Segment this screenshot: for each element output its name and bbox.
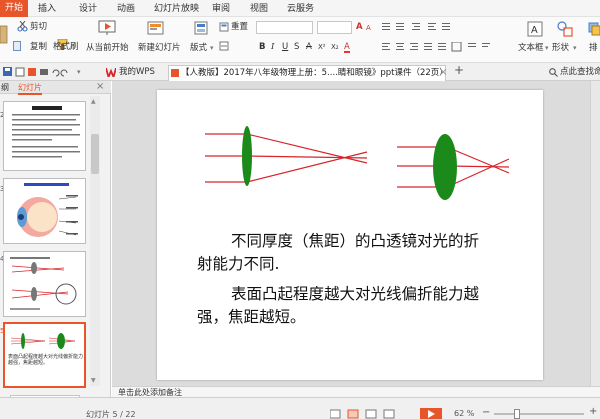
strikethrough-icon[interactable]: A [306, 41, 312, 53]
document-tab[interactable]: 【人教版】2017年八年级物理上册：5....睛和眼镜》ppt课件（22页）.p… [168, 65, 446, 81]
textbox-dropdown-icon[interactable]: ▾ [545, 42, 549, 54]
qat-dropdown-icon[interactable]: ▾ [77, 65, 87, 81]
copy-button[interactable]: 复制 [30, 41, 47, 53]
arrange-button[interactable]: 排 [589, 42, 598, 54]
ppt-file-icon [171, 69, 179, 77]
zoom-in-icon[interactable]: + [589, 407, 597, 417]
tab-insert[interactable]: 插入 [38, 2, 56, 16]
format-painter-button[interactable]: 格式刷 [53, 41, 79, 53]
textbox-button[interactable]: 文本框 [518, 42, 544, 54]
new-slide-icon[interactable] [147, 19, 165, 37]
scroll-up-icon[interactable]: ▲ [91, 98, 96, 105]
shrink-font-icon[interactable]: A [366, 22, 371, 34]
zoom-level: 62 % [454, 409, 475, 418]
cut-button[interactable]: 剪切 [30, 21, 47, 33]
tab-cloud[interactable]: 云服务 [287, 2, 314, 16]
slide-text-line: 射能力不同. [197, 255, 280, 273]
tab-slides[interactable]: 幻灯片 [18, 82, 42, 95]
layout-button[interactable]: 版式 [190, 42, 207, 54]
search-icon[interactable] [549, 68, 558, 77]
document-tab-title: 【人教版】2017年八年级物理上册：5....睛和眼镜》ppt课件（22页）.p… [181, 68, 446, 78]
slide[interactable]: 不同厚度（焦距）的凸透镜对光的折 射能力不同. 表面凸起程度越大对光线偏折能力越… [157, 90, 543, 380]
panel-scrollbar[interactable]: ▲ ▼ [90, 96, 100, 386]
command-search-label[interactable]: 点此查找命令 [560, 65, 600, 81]
bold-icon[interactable]: B [259, 41, 265, 53]
slide-thumbnail-4[interactable] [3, 251, 86, 317]
close-tab-icon[interactable]: × [439, 65, 447, 81]
slide-thumbnail-2[interactable] [3, 101, 86, 171]
font-size-select[interactable] [317, 21, 352, 34]
layout-dropdown-icon[interactable]: ▾ [210, 42, 214, 54]
slide-thumbnail-5[interactable]: 表面凸起程度越大对光线偏折能力越强，焦距越短。 [3, 322, 86, 388]
superscript-icon[interactable]: X² [318, 41, 326, 53]
lens-refraction-diagram [205, 126, 510, 200]
thick-lens-shape [433, 134, 457, 200]
slides-panel: 纲 幻灯片 × ▲ ▼ 2 3 4 [0, 81, 111, 397]
thumb-text: 表面凸起程度越大对光线偏折能力越强，焦距越短。 [8, 354, 84, 366]
shadow-icon[interactable]: S [294, 41, 299, 53]
list-and-indent-icons[interactable] [382, 22, 452, 32]
scissors-icon[interactable] [17, 21, 28, 32]
shapes-icon[interactable] [557, 21, 573, 37]
shapes-button[interactable]: 形状 [552, 42, 569, 54]
menu-bar: 开始 插入 设计 动画 幻灯片放映 审阅 视图 云服务 [0, 0, 600, 17]
font-family-select[interactable] [256, 21, 313, 34]
reset-button[interactable]: 重置 [231, 21, 248, 33]
new-tab-icon[interactable]: + [454, 63, 464, 79]
scroll-down-icon[interactable]: ▼ [91, 377, 96, 384]
tab-design[interactable]: 设计 [79, 2, 97, 16]
subscript-icon[interactable]: X₂ [331, 41, 339, 53]
eye-diagram-graphic [17, 183, 78, 237]
lens-eye-diagram-graphic [10, 257, 77, 310]
slide-counter: 幻灯片 5 / 22 [86, 410, 136, 419]
textbox-icon[interactable]: A [527, 21, 543, 37]
thin-lens-shape [242, 126, 252, 186]
text-lines-graphic [12, 106, 80, 158]
tab-animation[interactable]: 动画 [117, 2, 135, 16]
document-tab-bar: ▾ 我的WPS 【人教版】2017年八年级物理上册：5....睛和眼镜》ppt课… [0, 63, 600, 81]
play-from-current-icon[interactable] [98, 20, 116, 36]
font-color-icon[interactable]: A [344, 41, 350, 53]
quick-access-toolbar[interactable] [3, 67, 75, 77]
view-mode-icons[interactable] [330, 409, 410, 419]
close-panel-icon[interactable]: × [96, 81, 104, 92]
underline-icon[interactable]: U [282, 41, 288, 53]
slide-text-line: 不同厚度（焦距）的凸透镜对光的折 [231, 232, 480, 250]
italic-icon[interactable]: I [271, 41, 274, 53]
tab-outline[interactable]: 纲 [1, 82, 9, 93]
tab-home[interactable]: 开始 [0, 0, 28, 17]
zoom-slider-thumb[interactable] [514, 409, 520, 419]
copy-icon[interactable] [13, 41, 21, 51]
svg-text:A: A [531, 25, 538, 36]
layout-icon[interactable] [194, 21, 208, 35]
arrange-icon[interactable] [587, 21, 600, 37]
grow-font-icon[interactable]: A [356, 21, 363, 33]
status-bar: 幻灯片 5 / 22 62 % − + [0, 397, 600, 419]
section-icon[interactable] [219, 41, 229, 51]
slide-text-line: 表面凸起程度越大对光线偏折能力越 [231, 285, 480, 303]
from-current-button[interactable]: 从当前开始 [86, 42, 129, 54]
slide-thumbnail-3[interactable] [3, 178, 86, 244]
shapes-dropdown-icon[interactable]: ▾ [573, 42, 577, 54]
tab-view[interactable]: 视图 [250, 2, 268, 16]
slide-text-line: 强，焦距越短。 [197, 308, 306, 326]
scroll-thumb[interactable] [91, 134, 99, 174]
wps-logo-icon [106, 68, 116, 77]
alignment-icons[interactable] [382, 42, 492, 52]
tab-slideshow[interactable]: 幻灯片放映 [154, 2, 199, 16]
canvas-scrollbar[interactable] [590, 81, 600, 386]
tab-review[interactable]: 审阅 [212, 2, 230, 16]
paste-icon[interactable] [0, 23, 8, 45]
zoom-out-icon[interactable]: − [482, 408, 490, 418]
play-slideshow-button[interactable] [420, 408, 442, 419]
ribbon: 剪切 复制 格式刷 从当前开始 新建幻灯片 版式 ▾ 重置 A A B I U … [0, 17, 600, 63]
new-slide-button[interactable]: 新建幻灯片 [138, 42, 181, 54]
my-wps-tab[interactable]: 我的WPS [119, 65, 155, 81]
zoom-slider[interactable] [494, 409, 584, 419]
play-icon [428, 410, 435, 418]
panel-tab-bar [0, 81, 111, 94]
reset-icon[interactable] [219, 22, 229, 32]
